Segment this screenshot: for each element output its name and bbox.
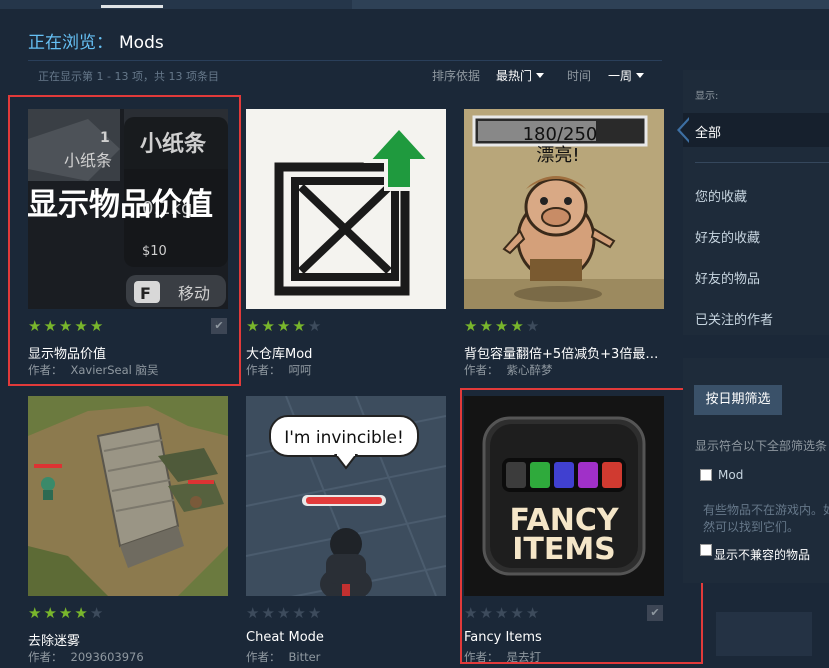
sort-dropdown[interactable]: 最热门 bbox=[496, 67, 545, 84]
results-count: 正在显示第 1 - 13 项，共 13 项条目 bbox=[38, 70, 219, 83]
time-dropdown[interactable]: 一周 bbox=[608, 67, 645, 84]
star-icon: ★ bbox=[292, 317, 306, 335]
top-tab-strip bbox=[0, 0, 829, 9]
divider bbox=[695, 162, 829, 163]
item-author: 作者： 紫心醉梦 bbox=[464, 363, 553, 377]
star-icon: ★ bbox=[464, 317, 478, 335]
date-filter-panel: 按日期筛选 显示符合以下全部筛选条 Mod 有些物品不在游戏内。如 然可以找到它… bbox=[683, 358, 829, 583]
item-author: 作者： Bitter bbox=[246, 650, 321, 664]
mod-checkbox-label: Mod bbox=[718, 468, 744, 482]
show-label: 显示: bbox=[695, 91, 719, 102]
star-icon: ★ bbox=[43, 604, 57, 622]
time-value: 一周 bbox=[608, 69, 633, 83]
filter-note: 然可以找到它们。 bbox=[703, 520, 800, 534]
item-thumbnail[interactable]: I'm invincible! bbox=[246, 396, 446, 596]
rating-stars: ★ ★ ★ ★ ★ bbox=[246, 316, 323, 335]
author-link[interactable]: 呵呵 bbox=[289, 363, 312, 377]
item-title[interactable]: 背包容量翻倍+5倍减负+3倍最… bbox=[464, 343, 666, 362]
item-thumbnail[interactable] bbox=[28, 396, 228, 596]
filter-description: 显示符合以下全部筛选条 bbox=[695, 439, 828, 453]
item-thumbnail[interactable] bbox=[246, 109, 446, 309]
star-icon: ★ bbox=[74, 604, 88, 622]
active-tab-indicator bbox=[101, 5, 163, 8]
caption-text: 漂亮! bbox=[536, 145, 579, 166]
star-icon: ★ bbox=[525, 317, 540, 335]
star-icon: ★ bbox=[276, 317, 291, 335]
star-icon: ★ bbox=[246, 317, 260, 335]
star-icon: ★ bbox=[58, 604, 73, 622]
time-label: 时间 bbox=[567, 69, 592, 83]
star-icon: ★ bbox=[89, 604, 104, 622]
sidebar-link-friends-items[interactable]: 好友的物品 bbox=[695, 268, 760, 287]
browsing-value: Mods bbox=[119, 33, 164, 53]
item-title[interactable]: Cheat Mode bbox=[246, 630, 448, 645]
rating-stars: ★ ★ ★ ★ ★ bbox=[246, 603, 323, 622]
incompatible-checkbox[interactable] bbox=[700, 544, 712, 556]
star-icon: ★ bbox=[479, 317, 493, 335]
star-icon: ★ bbox=[307, 317, 322, 335]
star-icon: ★ bbox=[261, 604, 275, 622]
star-icon: ★ bbox=[307, 604, 322, 622]
item-preview-image: 180/250 漂亮! bbox=[464, 109, 664, 309]
sidebar-link-friends-favorites[interactable]: 好友的收藏 bbox=[695, 227, 760, 246]
author-link[interactable]: Bitter bbox=[289, 650, 321, 664]
speech-bubble-text: I'm invincible! bbox=[284, 428, 404, 448]
show-filter-panel: 显示: 全部 您的收藏 好友的收藏 好友的物品 已关注的作者 bbox=[677, 70, 829, 335]
rating-stars: ★ ★ ★ ★ ★ bbox=[464, 316, 541, 335]
item-author: 作者： 呵呵 bbox=[246, 363, 312, 377]
item-title[interactable]: 去除迷雾 bbox=[28, 630, 230, 649]
browsing-label: 正在浏览： bbox=[28, 33, 113, 53]
filter-all-selected[interactable]: 全部 bbox=[677, 113, 829, 147]
item-thumbnail[interactable]: 180/250 漂亮! bbox=[464, 109, 664, 309]
sort-value: 最热门 bbox=[496, 69, 533, 83]
star-icon: ★ bbox=[246, 604, 260, 622]
incompatible-checkbox-label: 显示不兼容的物品 bbox=[714, 548, 811, 562]
star-icon: ★ bbox=[494, 317, 509, 335]
star-icon: ★ bbox=[510, 317, 524, 335]
item-preview-image bbox=[28, 396, 228, 596]
filter-all-label: 全部 bbox=[695, 126, 722, 141]
results-toolbar: 正在显示第 1 - 13 项，共 13 项条目 排序依据 最热门 时间 一周 bbox=[28, 60, 662, 88]
star-icon: ★ bbox=[292, 604, 306, 622]
highlight-box bbox=[460, 388, 703, 664]
mod-checkbox[interactable] bbox=[700, 469, 712, 481]
highlight-box bbox=[8, 95, 241, 386]
chevron-down-icon bbox=[636, 73, 645, 78]
author-link[interactable]: 紫心醉梦 bbox=[507, 363, 553, 377]
sidebar-link-your-favorites[interactable]: 您的收藏 bbox=[695, 186, 747, 205]
sidebar-link-followed-authors[interactable]: 已关注的作者 bbox=[695, 309, 773, 328]
star-icon: ★ bbox=[261, 317, 275, 335]
browsing-heading: 正在浏览： Mods bbox=[28, 28, 164, 53]
header-panel bbox=[352, 0, 829, 9]
star-icon: ★ bbox=[276, 604, 291, 622]
item-preview-image: I'm invincible! bbox=[246, 396, 446, 596]
item-preview-image bbox=[246, 109, 446, 309]
filter-by-date-button[interactable]: 按日期筛选 bbox=[694, 385, 782, 415]
item-title[interactable]: 大仓库Mod bbox=[246, 343, 448, 362]
blank-panel bbox=[716, 612, 812, 656]
chevron-down-icon bbox=[536, 73, 545, 78]
author-link[interactable]: 2093603976 bbox=[71, 650, 144, 664]
health-bar-text: 180/250 bbox=[523, 124, 598, 145]
item-author: 作者： 2093603976 bbox=[28, 650, 144, 664]
rating-stars: ★ ★ ★ ★ ★ bbox=[28, 603, 105, 622]
filter-note: 有些物品不在游戏内。如 bbox=[703, 503, 829, 517]
sort-label: 排序依据 bbox=[432, 69, 481, 83]
star-icon: ★ bbox=[28, 604, 42, 622]
